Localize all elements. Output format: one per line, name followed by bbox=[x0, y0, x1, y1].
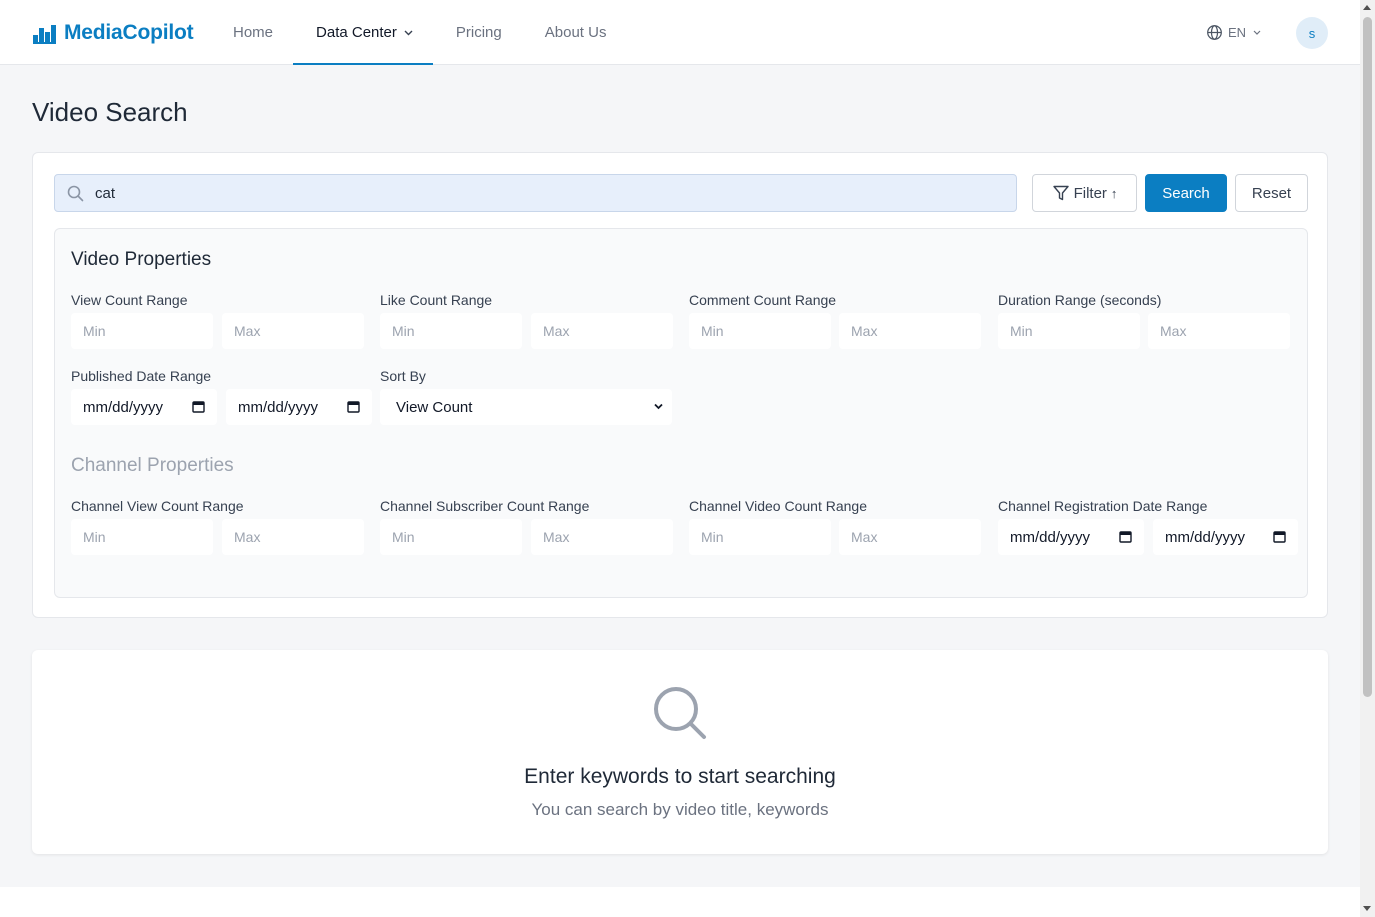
footer-strip bbox=[0, 887, 1360, 917]
channel-view-count-min-input[interactable]: Min bbox=[71, 519, 213, 555]
search-box[interactable] bbox=[54, 174, 1017, 212]
channel-video-count-max-input[interactable]: Max bbox=[839, 519, 981, 555]
view-count-min-input[interactable]: Min bbox=[71, 313, 213, 349]
channel-registration-end-value: mm/dd/yyyy bbox=[1165, 528, 1246, 546]
filter-icon bbox=[1052, 185, 1069, 201]
nav-data-center-label: Data Center bbox=[316, 24, 397, 41]
sort-by-value: View Count bbox=[396, 398, 473, 416]
channel-registration-date-label: Channel Registration Date Range bbox=[998, 498, 1208, 514]
nav-home[interactable]: Home bbox=[210, 0, 293, 65]
channel-video-count-label: Channel Video Count Range bbox=[689, 498, 867, 514]
chevron-down-icon bbox=[654, 403, 663, 410]
scroll-thumb[interactable] bbox=[1363, 17, 1372, 697]
main-nav: Home Data Center Pricing About Us bbox=[210, 0, 626, 65]
language-label: EN bbox=[1228, 24, 1247, 40]
duration-label: Duration Range (seconds) bbox=[998, 292, 1162, 308]
top-header: MediaCopilot Home Data Center Pricing Ab… bbox=[0, 0, 1360, 65]
empty-state-card: Enter keywords to start searching You ca… bbox=[32, 650, 1328, 854]
bar-chart-icon bbox=[33, 25, 56, 44]
duration-max-input[interactable]: Max bbox=[1148, 313, 1290, 349]
published-date-end-value: mm/dd/yyyy bbox=[238, 398, 319, 416]
reset-button[interactable]: Reset bbox=[1235, 174, 1308, 212]
nav-data-center[interactable]: Data Center bbox=[293, 0, 433, 65]
filter-panel: Video Properties View Count Range Like C… bbox=[54, 228, 1308, 598]
published-date-end-input[interactable]: mm/dd/yyyy bbox=[226, 389, 372, 425]
like-count-max-input[interactable]: Max bbox=[531, 313, 673, 349]
view-count-label: View Count Range bbox=[71, 292, 188, 308]
comment-count-label: Comment Count Range bbox=[689, 292, 837, 308]
channel-properties-title: Channel Properties bbox=[71, 455, 234, 476]
published-date-label: Published Date Range bbox=[71, 368, 212, 384]
channel-registration-end-input[interactable]: mm/dd/yyyy bbox=[1153, 519, 1298, 555]
nav-about-us[interactable]: About Us bbox=[522, 0, 627, 65]
comment-count-max-input[interactable]: Max bbox=[839, 313, 981, 349]
scroll-down-arrow[interactable] bbox=[1363, 906, 1371, 911]
filter-button[interactable]: Filter ↑ bbox=[1032, 174, 1137, 212]
search-card: Filter ↑ Search Reset Video Properties V… bbox=[32, 152, 1328, 618]
search-button[interactable]: Search bbox=[1145, 174, 1227, 212]
search-icon bbox=[67, 185, 84, 202]
language-selector[interactable]: EN bbox=[1206, 22, 1261, 42]
published-date-start-input[interactable]: mm/dd/yyyy bbox=[71, 389, 217, 425]
channel-view-count-max-input[interactable]: Max bbox=[222, 519, 364, 555]
channel-subscriber-count-label: Channel Subscriber Count Range bbox=[380, 498, 590, 514]
empty-state-subtitle: You can search by video title, keywords bbox=[531, 800, 829, 819]
filter-label: Filter bbox=[1073, 184, 1107, 202]
brand-logo[interactable]: MediaCopilot bbox=[33, 19, 194, 47]
channel-registration-start-value: mm/dd/yyyy bbox=[1010, 528, 1091, 546]
comment-count-min-input[interactable]: Min bbox=[689, 313, 831, 349]
calendar-icon[interactable] bbox=[347, 400, 360, 413]
brand-name: MediaCopilot bbox=[64, 21, 194, 44]
scroll-up-arrow[interactable] bbox=[1363, 5, 1371, 10]
video-properties-title: Video Properties bbox=[71, 249, 212, 270]
published-date-start-value: mm/dd/yyyy bbox=[83, 398, 164, 416]
sort-by-select[interactable]: View Count bbox=[380, 389, 672, 425]
view-count-max-input[interactable]: Max bbox=[222, 313, 364, 349]
search-icon bbox=[654, 687, 706, 739]
empty-state-title: Enter keywords to start searching bbox=[524, 765, 836, 788]
like-count-min-input[interactable]: Min bbox=[380, 313, 522, 349]
nav-home-label: Home bbox=[233, 24, 274, 41]
channel-subscriber-count-max-input[interactable]: Max bbox=[531, 519, 673, 555]
nav-pricing[interactable]: Pricing bbox=[433, 0, 522, 65]
globe-icon bbox=[1207, 24, 1222, 40]
channel-view-count-label: Channel View Count Range bbox=[71, 498, 244, 514]
sort-by-label: Sort By bbox=[380, 368, 426, 384]
chevron-down-icon bbox=[404, 30, 413, 35]
search-input[interactable] bbox=[95, 175, 1005, 211]
channel-subscriber-count-min-input[interactable]: Min bbox=[380, 519, 522, 555]
calendar-icon[interactable] bbox=[1119, 530, 1132, 543]
user-avatar[interactable]: s bbox=[1296, 17, 1328, 49]
nav-pricing-label: Pricing bbox=[455, 24, 502, 41]
nav-about-us-label: About Us bbox=[544, 24, 607, 41]
chevron-down-icon bbox=[1253, 30, 1261, 35]
page-scrollbar[interactable] bbox=[1360, 0, 1375, 917]
calendar-icon[interactable] bbox=[1273, 530, 1286, 543]
duration-min-input[interactable]: Min bbox=[998, 313, 1140, 349]
arrow-up-icon: ↑ bbox=[1110, 185, 1118, 201]
like-count-label: Like Count Range bbox=[380, 292, 493, 308]
calendar-icon[interactable] bbox=[192, 400, 205, 413]
page-title: Video Search bbox=[32, 97, 188, 127]
channel-registration-start-input[interactable]: mm/dd/yyyy bbox=[998, 519, 1144, 555]
channel-video-count-min-input[interactable]: Min bbox=[689, 519, 831, 555]
